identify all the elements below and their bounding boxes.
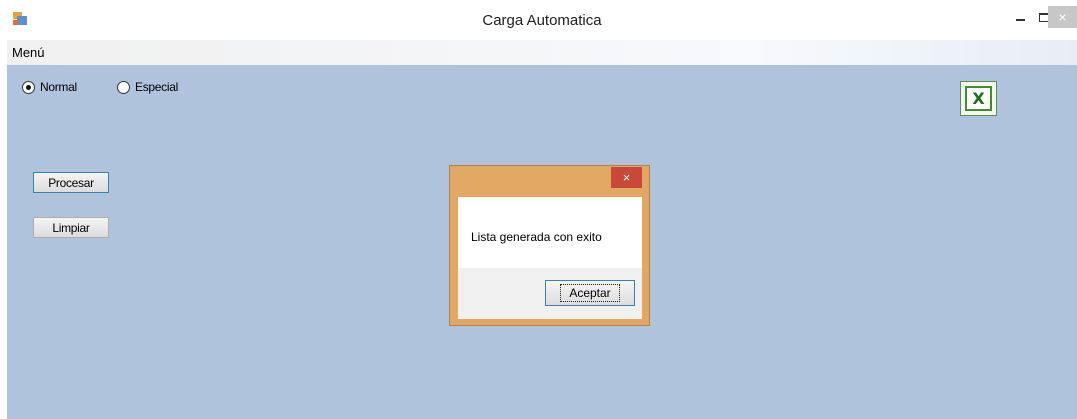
title-bar: Carga Automatica × (7, 0, 1077, 40)
radio-normal[interactable]: Normal (22, 80, 77, 94)
radio-normal-label: Normal (40, 80, 77, 94)
menu-bar: Menú (7, 40, 1077, 65)
menu-item-menu[interactable]: Menú (12, 45, 45, 60)
radio-especial[interactable]: Especial (117, 80, 178, 94)
limpiar-button[interactable]: Limpiar (33, 217, 109, 238)
excel-icon[interactable]: X (960, 81, 997, 116)
dialog-footer: Aceptar (458, 268, 642, 319)
procesar-button[interactable]: Procesar (33, 172, 109, 193)
dialog-message: Lista generada con exito (471, 230, 602, 244)
dialog-body: Lista generada con exito (458, 197, 642, 268)
radio-especial-indicator[interactable] (117, 80, 130, 94)
minimize-icon (1015, 19, 1025, 21)
window-title: Carga Automatica (482, 12, 602, 29)
minimize-button[interactable] (1007, 6, 1033, 28)
radio-especial-label: Especial (135, 80, 178, 94)
excel-icon-glyph: X (965, 86, 992, 111)
close-button[interactable]: × (1048, 6, 1077, 28)
aceptar-label: Aceptar (560, 284, 620, 302)
aceptar-button[interactable]: Aceptar (545, 280, 635, 306)
radio-normal-indicator[interactable] (22, 80, 35, 94)
close-icon: × (1058, 9, 1067, 25)
message-dialog: × Lista generada con exito Aceptar (449, 165, 650, 326)
dialog-close-button[interactable]: × (611, 167, 642, 188)
